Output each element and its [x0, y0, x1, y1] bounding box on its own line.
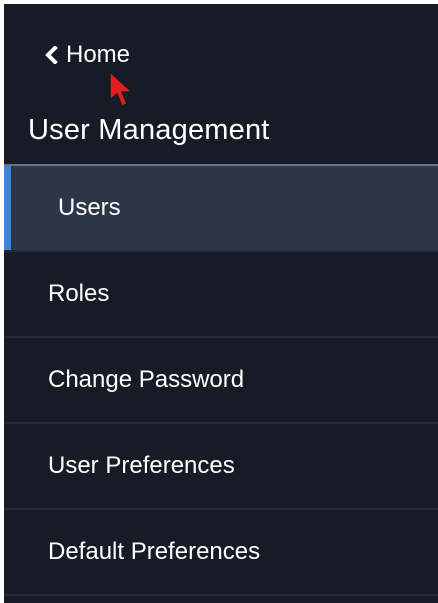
section-title: User Management: [28, 114, 270, 146]
menu-item-label: Users: [58, 194, 121, 221]
menu-list: Users Roles Change Password User Prefere…: [4, 166, 438, 596]
mouse-cursor-icon: [109, 71, 133, 107]
menu-item-default-preferences[interactable]: Default Preferences: [4, 510, 438, 596]
menu-item-label: User Preferences: [48, 452, 235, 479]
menu-item-user-preferences[interactable]: User Preferences: [4, 424, 438, 510]
menu-item-change-password[interactable]: Change Password: [4, 338, 438, 424]
menu-item-label: Default Preferences: [48, 538, 261, 565]
home-back-link[interactable]: Home: [42, 38, 130, 72]
chevron-left-icon: [45, 46, 58, 64]
menu-item-users[interactable]: Users: [4, 166, 438, 252]
navigation-panel: Home User Management Users Roles Change …: [4, 4, 438, 603]
home-link-label: Home: [66, 41, 131, 68]
menu-item-label: Roles: [48, 280, 110, 307]
menu-item-roles[interactable]: Roles: [4, 252, 438, 338]
menu-item-label: Change Password: [48, 366, 245, 393]
